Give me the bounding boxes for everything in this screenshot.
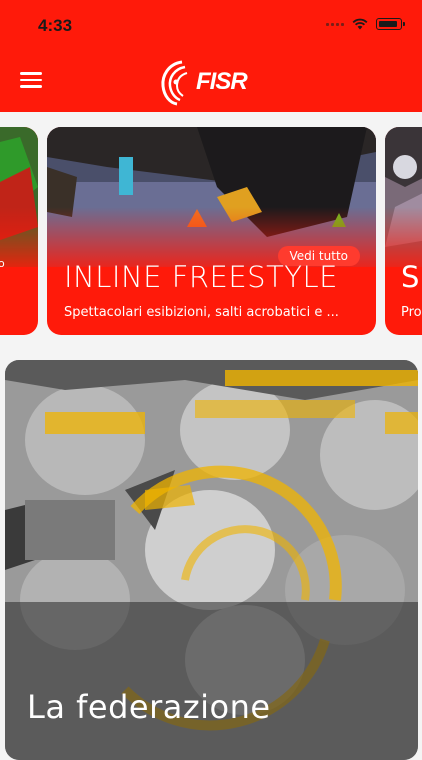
card-gradient	[0, 207, 38, 277]
carousel-card-inline-freestyle[interactable]: Vedi tutto INLINE FREESTYLE Spettacolari…	[47, 127, 376, 335]
signal-icon	[326, 22, 344, 26]
carousel-card-prev[interactable]: o	[0, 127, 38, 335]
card-description: Spettacolari esibizioni, salti acrobatic…	[64, 305, 339, 320]
battery-icon	[376, 18, 405, 30]
feature-title: La federazione	[27, 688, 271, 726]
card-description: Pro	[401, 305, 422, 320]
app-header: 4:33 FISR	[0, 0, 422, 112]
status-time: 4:33	[38, 16, 73, 35]
wheel-logo-icon	[161, 60, 188, 106]
hamburger-menu-icon[interactable]	[20, 72, 42, 90]
feature-card-federazione[interactable]: La federazione	[5, 360, 418, 760]
fisr-logo: FISR	[160, 58, 248, 106]
feature-overlay	[5, 602, 418, 760]
sports-carousel[interactable]: o Vedi tutto INLINE FREESTYLE Spettacola…	[0, 112, 422, 352]
carousel-card-next[interactable]: S Pro	[385, 127, 422, 335]
card-title: INLINE FREESTYLE	[64, 260, 338, 294]
card-title: S	[401, 260, 420, 294]
wifi-icon	[352, 18, 368, 30]
logo-text: FISR	[196, 68, 248, 95]
status-icons	[326, 18, 405, 30]
vedi-tutto-pill[interactable]: o	[0, 257, 5, 270]
